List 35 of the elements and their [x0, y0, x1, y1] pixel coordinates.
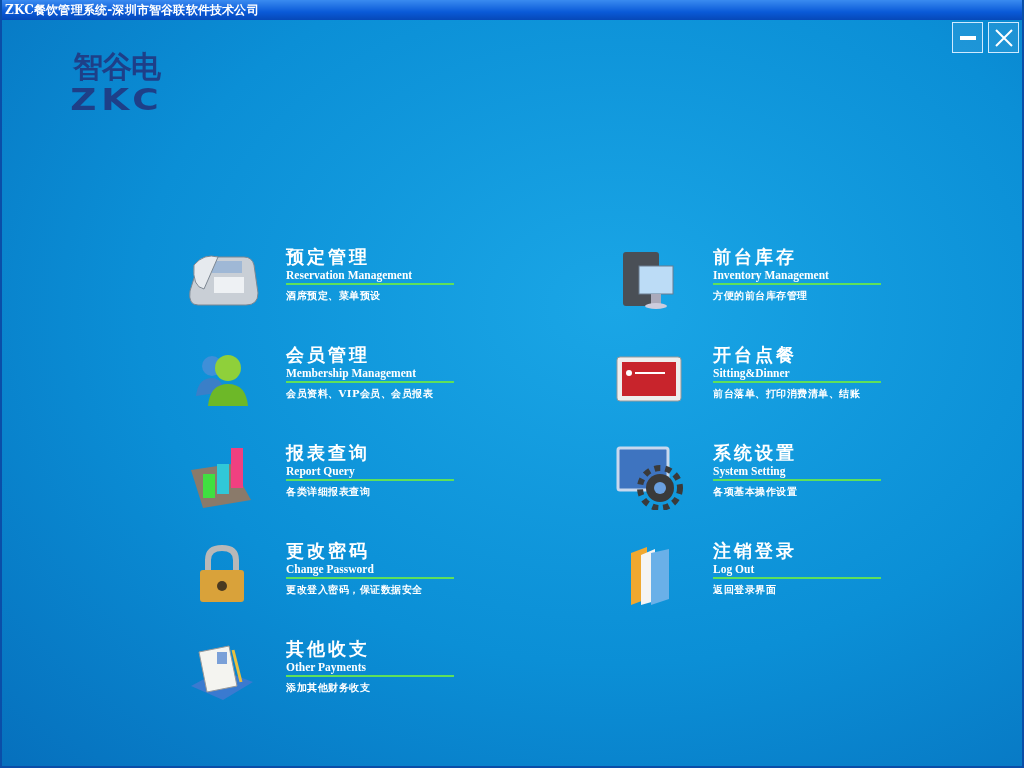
menu-item-description: 酒席预定、菜单预设 — [286, 289, 382, 303]
menu-item-description: 各类详细报表查询 — [286, 485, 371, 499]
menu-item-subtitle: Inventory Management — [713, 268, 830, 282]
menu-item-subtitle: Other Payments — [286, 660, 367, 674]
menu-item-title[interactable]: 前台库存 — [713, 246, 883, 268]
menu-item-title[interactable]: 系统设置 — [713, 442, 883, 464]
menu-item-title[interactable]: 开台点餐 — [713, 344, 883, 366]
menu-item-description: 方便的前台库存管理 — [713, 289, 809, 303]
logo-latin-text: ZKC — [69, 83, 164, 116]
menu-item-subtitle: Change Password — [286, 562, 375, 576]
close-icon — [994, 28, 1013, 47]
settings-icon — [614, 444, 684, 510]
menu-item-description: 添加其他财务收支 — [286, 681, 371, 695]
minimize-button[interactable] — [952, 22, 983, 53]
menu-item-title[interactable]: 报表查询 — [286, 442, 456, 464]
menu-item-description: 各项基本操作设置 — [713, 485, 798, 499]
menu-item-subtitle: Report Query — [286, 464, 356, 478]
menu-item-description: 更改登入密码，保证数据安全 — [286, 583, 424, 597]
menu-item-title[interactable]: 注销登录 — [713, 540, 883, 562]
close-button[interactable] — [988, 22, 1019, 53]
menu-item-title[interactable]: 预定管理 — [286, 246, 456, 268]
menu-item-description: 返回登录界面 — [713, 583, 777, 597]
minimize-icon — [959, 35, 976, 40]
menu-item-subtitle: Membership Management — [286, 366, 417, 380]
menu-item-title[interactable]: 更改密码 — [286, 540, 456, 562]
menu-item-subtitle: System Setting — [713, 464, 787, 478]
window-title: ZKC餐饮管理系统-深圳市智谷联软件技术公司 — [5, 1, 259, 19]
menu-item-title[interactable]: 会员管理 — [286, 344, 456, 366]
menu-item-subtitle: Sitting&Dinner — [713, 366, 791, 380]
menu-item-title[interactable]: 其他收支 — [286, 638, 456, 660]
menu-item-subtitle: Reservation Management — [286, 268, 414, 282]
logo-chinese-text: 智谷电 — [73, 50, 160, 83]
menu-item-description: 前台落单、打印消费清单、结账 — [713, 387, 861, 401]
menu-item-description: 会员资料、VIP会员、会员报表 — [286, 387, 435, 401]
menu-item-subtitle: Log Out — [713, 562, 756, 576]
